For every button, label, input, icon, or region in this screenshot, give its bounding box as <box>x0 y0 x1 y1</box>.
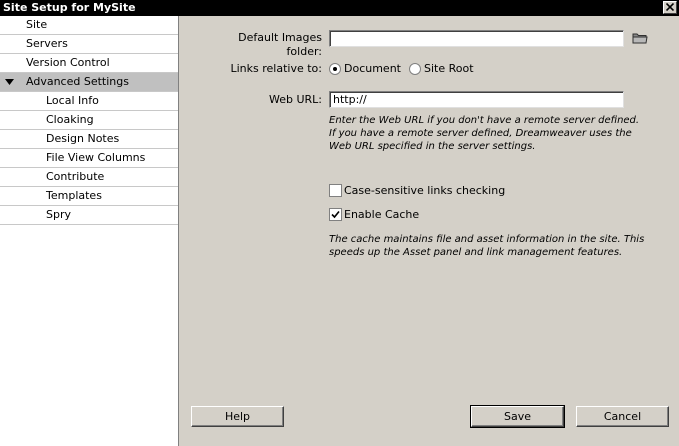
title-bar[interactable]: Site Setup for MySite <box>0 0 679 16</box>
sidebar-item-file-view-columns[interactable]: File View Columns <box>0 149 178 168</box>
sidebar-item-design-notes[interactable]: Design Notes <box>0 130 178 149</box>
sidebar-item-label: Advanced Settings <box>26 75 129 88</box>
links-relative-label: Links relative to: <box>230 62 323 75</box>
sidebar-item-label: Spry <box>46 208 71 221</box>
radio-site-root-label[interactable]: Site Root <box>424 62 474 76</box>
web-url-label: Web URL: <box>268 93 322 106</box>
sidebar-item-label: Design Notes <box>46 132 120 145</box>
help-button[interactable]: Help <box>191 406 284 427</box>
sidebar-item-advanced-settings[interactable]: Advanced Settings <box>0 73 178 92</box>
save-button[interactable]: Save <box>470 405 565 428</box>
sidebar-item-templates[interactable]: Templates <box>0 187 178 206</box>
sidebar-item-version-control[interactable]: Version Control <box>0 54 178 73</box>
sidebar-item-site[interactable]: Site <box>0 16 178 35</box>
sidebar-item-label: Contribute <box>46 170 105 183</box>
close-button[interactable] <box>663 1 677 14</box>
cancel-button[interactable]: Cancel <box>576 406 669 427</box>
sidebar-item-label: Servers <box>26 37 68 50</box>
case-sensitive-label[interactable]: Case-sensitive links checking <box>344 184 505 198</box>
sidebar-item-local-info[interactable]: Local Info <box>0 92 178 111</box>
close-icon <box>666 3 674 11</box>
settings-panel: Default Images folder: Links relative to… <box>180 16 679 446</box>
default-images-input[interactable] <box>329 30 624 47</box>
sidebar-item-label: Version Control <box>26 56 110 69</box>
web-url-input[interactable] <box>329 91 624 108</box>
sidebar-item-label: Templates <box>46 189 102 202</box>
radio-document-label[interactable]: Document <box>344 62 401 76</box>
radio-selected-dot <box>333 67 337 71</box>
category-sidebar: Site Servers Version Control Advanced Se… <box>0 16 179 446</box>
window-title: Site Setup for MySite <box>3 1 136 14</box>
sidebar-item-label: Cloaking <box>46 113 94 126</box>
site-setup-dialog: Site Setup for MySite Site Servers Versi… <box>0 0 679 446</box>
radio-document[interactable] <box>329 63 341 75</box>
enable-cache-checkbox[interactable] <box>329 208 342 221</box>
sidebar-item-spry[interactable]: Spry <box>0 206 178 225</box>
sidebar-item-cloaking[interactable]: Cloaking <box>0 111 178 130</box>
sidebar-item-label: File View Columns <box>46 151 146 164</box>
case-sensitive-checkbox[interactable] <box>329 184 342 197</box>
expand-triangle-icon[interactable] <box>5 79 14 85</box>
enable-cache-help-text: The cache maintains file and asset infor… <box>329 234 645 258</box>
sidebar-item-label: Site <box>26 18 48 31</box>
sidebar-item-contribute[interactable]: Contribute <box>0 168 178 187</box>
radio-site-root[interactable] <box>409 63 421 75</box>
default-images-label: Default Images folder: <box>238 31 322 58</box>
enable-cache-label[interactable]: Enable Cache <box>344 208 419 222</box>
checkmark-icon <box>331 210 340 219</box>
sidebar-item-label: Local Info <box>46 94 99 107</box>
sidebar-item-servers[interactable]: Servers <box>0 35 178 54</box>
browse-folder-icon[interactable] <box>631 30 649 46</box>
web-url-help-text: Enter the Web URL if you don't have a re… <box>329 115 640 152</box>
